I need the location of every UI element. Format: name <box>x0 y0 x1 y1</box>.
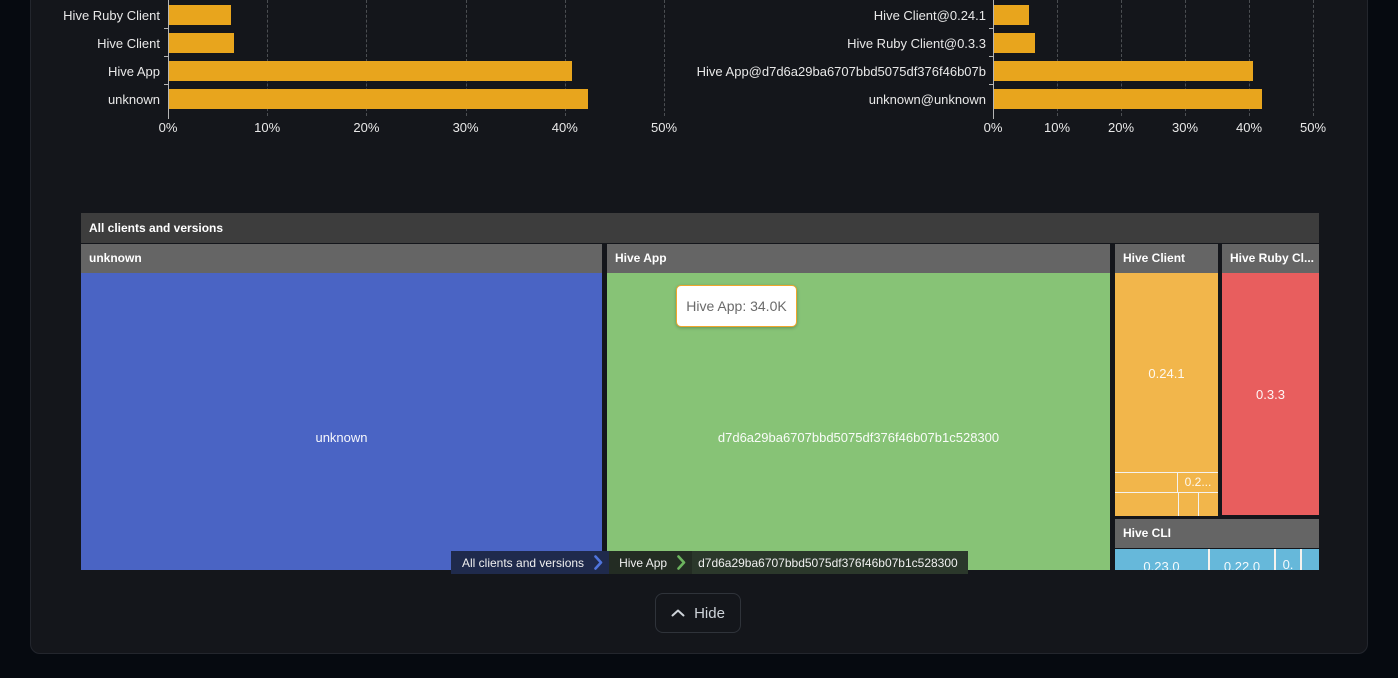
chevron-right-icon <box>588 551 609 574</box>
dashboard-page: 0%10%20%30%40%50%Hive Ruby ClientHive Cl… <box>0 0 1398 678</box>
treemap-block-label-unknown: unknown <box>81 430 602 445</box>
treemap-header-hive-cli[interactable]: Hive CLI <box>1115 519 1319 548</box>
bar[interactable] <box>994 61 1253 81</box>
treemap-header-unknown[interactable]: unknown <box>81 244 602 273</box>
y-axis-tick <box>989 56 993 57</box>
x-tick-label: 50% <box>1300 120 1326 135</box>
bar[interactable] <box>994 89 1262 109</box>
tooltip-text: Hive App: 34.0K <box>686 298 786 314</box>
hide-button-label: Hide <box>694 605 725 622</box>
y-axis-tick <box>989 28 993 29</box>
breadcrumb-item-hive-app[interactable]: Hive App <box>609 551 671 574</box>
treemap-block-label: 0. <box>1276 557 1300 570</box>
treemap-block-unknown[interactable] <box>81 273 602 570</box>
treemap-block-hive-client-0-24-1[interactable]: 0.24.1 <box>1115 273 1218 472</box>
treemap-root-header[interactable]: All clients and versions <box>81 213 1319 243</box>
x-tick-label: 30% <box>1172 120 1198 135</box>
treemap-block-hive-cli-version[interactable]: 0.22.0 <box>1210 549 1274 570</box>
x-tick-label: 40% <box>1236 120 1262 135</box>
treemap-block-hive-client-sub[interactable] <box>1115 473 1177 492</box>
treemap-block-hive-client-sub[interactable] <box>1199 493 1218 516</box>
bar[interactable] <box>994 5 1029 25</box>
treemap-tooltip: Hive App: 34.0K <box>676 285 797 327</box>
x-tick-label: 20% <box>1108 120 1134 135</box>
hide-button[interactable]: Hide <box>655 593 741 633</box>
treemap-block-hive-client-sub[interactable] <box>1115 493 1178 516</box>
treemap-block-label: 0.2... <box>1178 475 1218 489</box>
treemap-block-hive-client-sub[interactable]: 0.2... <box>1178 473 1218 492</box>
y-axis-label: Hive Client@0.24.1 <box>874 8 986 23</box>
breadcrumb-item-hash[interactable]: d7d6a29ba6707bbd5075df376f46b07b1c528300 <box>692 551 968 574</box>
treemap-block-label: 0.23.0 <box>1115 559 1208 570</box>
treemap-header-hive-ruby-client[interactable]: Hive Ruby Cl... <box>1222 244 1319 273</box>
clients-versions-bar-chart: 0% 10% 20% 30% 40% 50% Hive Client@0.24.1 Hive … <box>0 0 1398 140</box>
treemap-block-label: 0.22.0 <box>1210 559 1274 570</box>
x-tick-label: 0% <box>984 120 1003 135</box>
y-axis-tick <box>989 84 993 85</box>
chevron-right-icon <box>671 551 692 574</box>
treemap-block-label: 0.24.1 <box>1115 366 1218 381</box>
breadcrumb: All clients and versions Hive App d7d6a2… <box>451 551 968 574</box>
y-axis-label: Hive App@d7d6a29ba6707bbd5075df376f46b07… <box>697 64 986 79</box>
treemap-block-label-hive-ruby: 0.3.3 <box>1222 387 1319 402</box>
chevron-up-icon <box>671 609 685 617</box>
y-axis-label: unknown@unknown <box>869 92 986 107</box>
bar[interactable] <box>994 33 1035 53</box>
treemap-block-hive-cli-version[interactable]: 0. <box>1276 549 1300 570</box>
breadcrumb-item-root[interactable]: All clients and versions <box>451 551 588 574</box>
treemap: All clients and versions unknown unknown… <box>81 213 1319 570</box>
treemap-block-hive-cli-version[interactable] <box>1302 549 1319 570</box>
x-tick-label: 10% <box>1044 120 1070 135</box>
y-axis-label: Hive Ruby Client@0.3.3 <box>847 36 986 51</box>
treemap-block-label-hive-app: d7d6a29ba6707bbd5075df376f46b07b1c528300 <box>607 430 1110 445</box>
treemap-header-hive-app[interactable]: Hive App <box>607 244 1110 273</box>
treemap-block-hive-cli-version[interactable]: 0.23.0 <box>1115 549 1208 570</box>
treemap-block-hive-client-sub[interactable] <box>1179 493 1198 516</box>
treemap-header-hive-client[interactable]: Hive Client <box>1115 244 1218 273</box>
gridline <box>1313 0 1314 116</box>
